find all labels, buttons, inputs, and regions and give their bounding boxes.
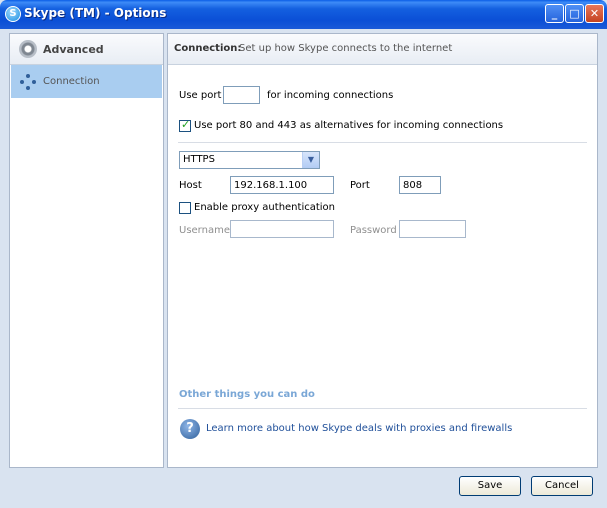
proxy-type-value: HTTPS — [183, 154, 215, 165]
port-input[interactable] — [223, 86, 260, 104]
skype-icon: S — [5, 6, 21, 22]
proxy-auth-checkbox[interactable] — [179, 202, 191, 214]
options-window: S Skype (TM) - Options _ □ ✕ Advanced Co… — [0, 0, 607, 508]
sidebar-item-connection[interactable]: Connection — [11, 65, 162, 98]
window-title: Skype (TM) - Options — [24, 6, 167, 20]
proxy-auth-label: Enable proxy authentication — [194, 202, 336, 213]
help-icon[interactable]: ? — [180, 419, 200, 439]
host-input[interactable] — [230, 176, 334, 194]
panel-title: Connection: — [174, 43, 242, 54]
incoming-connections-label: for incoming connections — [267, 90, 394, 101]
panel-header: Connection: Set up how Skype connects to… — [168, 34, 597, 65]
sidebar: Advanced Connection — [9, 33, 164, 468]
close-icon: ✕ — [589, 7, 600, 20]
sidebar-category-label: Advanced — [43, 43, 104, 56]
proxy-help-link[interactable]: Learn more about how Skype deals with pr… — [206, 423, 512, 434]
title-bar[interactable]: S Skype (TM) - Options _ □ ✕ — [0, 0, 607, 29]
username-label: Username — [179, 225, 230, 236]
divider — [178, 408, 587, 409]
username-input[interactable] — [230, 220, 334, 238]
host-label: Host — [179, 180, 202, 191]
password-label: Password — [350, 225, 397, 236]
network-icon — [20, 74, 36, 90]
use-port-label: Use port — [179, 90, 222, 101]
alt-ports-label: Use port 80 and 443 as alternatives for … — [194, 120, 504, 131]
divider — [178, 142, 587, 143]
proxy-type-select[interactable]: HTTPS ▼ — [179, 151, 320, 169]
close-button[interactable]: ✕ — [585, 4, 604, 23]
sidebar-category-advanced[interactable]: Advanced — [10, 34, 163, 65]
maximize-icon: □ — [569, 7, 580, 20]
alt-ports-checkbox[interactable]: ✓ — [179, 118, 191, 132]
main-panel: Connection: Set up how Skype connects to… — [167, 33, 598, 468]
maximize-button[interactable]: □ — [565, 4, 584, 23]
other-things-heading: Other things you can do — [179, 389, 315, 400]
minimize-button[interactable]: _ — [545, 4, 564, 23]
save-button[interactable]: Save — [459, 476, 521, 496]
minimize-icon: _ — [551, 7, 558, 20]
cancel-button[interactable]: Cancel — [531, 476, 593, 496]
password-input[interactable] — [399, 220, 466, 238]
checkmark-icon: ✓ — [181, 118, 191, 131]
gear-icon — [19, 40, 37, 58]
proxy-port-input[interactable] — [399, 176, 441, 194]
proxy-port-label: Port — [350, 180, 370, 191]
sidebar-item-label: Connection — [43, 76, 100, 87]
panel-description: Set up how Skype connects to the interne… — [239, 43, 453, 54]
chevron-down-icon: ▼ — [302, 152, 319, 168]
